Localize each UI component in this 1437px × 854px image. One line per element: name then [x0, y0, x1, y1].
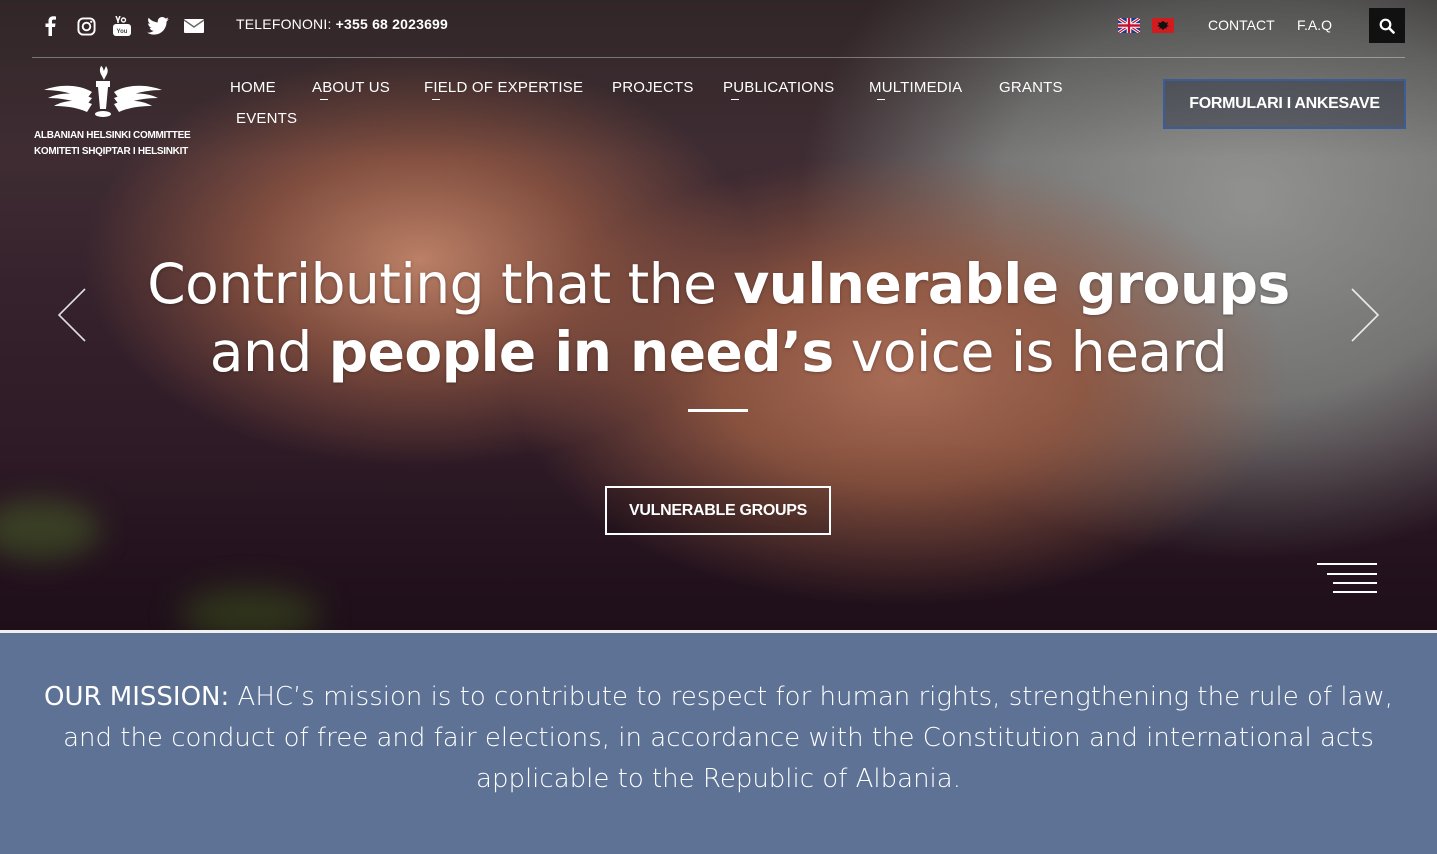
menu-line [1327, 573, 1377, 575]
svg-text:You: You [117, 29, 128, 35]
top-bar: You TELEFONONI: +355 68 2023699 CONTACT … [0, 0, 1437, 52]
phone-label: TELEFONONI: [236, 16, 332, 32]
search-button[interactable] [1369, 8, 1405, 43]
hero-headline-line-2: and people in need’s voice is heard [209, 320, 1228, 384]
mission-section: OUR MISSION: AHC’s mission is to contrib… [0, 630, 1437, 854]
slider-prev-arrow-icon[interactable] [57, 287, 87, 343]
hero-headline-line-1: Contributing that the vulnerable groups [147, 252, 1290, 316]
headline-underline [688, 409, 748, 412]
complaint-form-button[interactable]: FORMULARI I ANKESAVE [1163, 79, 1406, 129]
facebook-icon[interactable] [38, 14, 62, 38]
nav-multimedia[interactable]: MULTIMEDIA [869, 79, 962, 100]
menu-line [1333, 591, 1377, 593]
youtube-icon[interactable]: You [110, 14, 134, 38]
nav-events[interactable]: EVENTS [236, 110, 297, 127]
phone-info: TELEFONONI: +355 68 2023699 [236, 16, 448, 32]
site-logo[interactable]: ALBANIAN HELSINKI COMMITTEE KOMITETI SHQ… [34, 62, 191, 160]
faq-link[interactable]: F.A.Q [1297, 17, 1332, 33]
instagram-icon[interactable] [74, 14, 98, 38]
torch-wings-logo-icon [44, 66, 162, 117]
submenu-indicator [320, 99, 328, 100]
mission-label: OUR MISSION: [43, 682, 230, 712]
nav-field-of-expertise[interactable]: FIELD OF EXPERTISE [424, 79, 583, 100]
vulnerable-groups-button[interactable]: VULNERABLE GROUPS [605, 486, 831, 535]
nav-grants[interactable]: GRANTS [999, 79, 1063, 96]
mission-text: AHC’s mission is to contribute to respec… [63, 682, 1394, 794]
hero-slider: You TELEFONONI: +355 68 2023699 CONTACT … [0, 0, 1437, 630]
header-divider [32, 57, 1405, 58]
nav-publications[interactable]: PUBLICATIONS [723, 79, 834, 100]
nav-home[interactable]: HOME [230, 79, 276, 96]
logo-line-albanian: KOMITETI SHQIPTAR I HELSINKIT [34, 146, 188, 157]
twitter-icon[interactable] [146, 14, 170, 38]
logo-line-english: ALBANIAN HELSINKI COMMITTEE [34, 130, 191, 141]
search-icon [1379, 18, 1395, 34]
menu-line [1317, 563, 1377, 565]
slider-menu-lines-icon[interactable] [1317, 563, 1377, 593]
submenu-indicator [731, 99, 739, 100]
nav-projects[interactable]: PROJECTS [612, 79, 694, 96]
english-flag-icon[interactable] [1117, 16, 1141, 35]
nav-about-us[interactable]: ABOUT US [312, 79, 390, 100]
submenu-indicator [432, 99, 440, 100]
contact-link[interactable]: CONTACT [1208, 17, 1275, 33]
menu-line [1333, 582, 1377, 584]
phone-number[interactable]: +355 68 2023699 [336, 16, 448, 32]
albanian-flag-icon[interactable] [1152, 18, 1174, 33]
mission-statement: OUR MISSION: AHC’s mission is to contrib… [30, 677, 1407, 800]
mail-icon[interactable] [182, 14, 206, 38]
submenu-indicator [877, 99, 885, 100]
slider-next-arrow-icon[interactable] [1350, 287, 1380, 343]
